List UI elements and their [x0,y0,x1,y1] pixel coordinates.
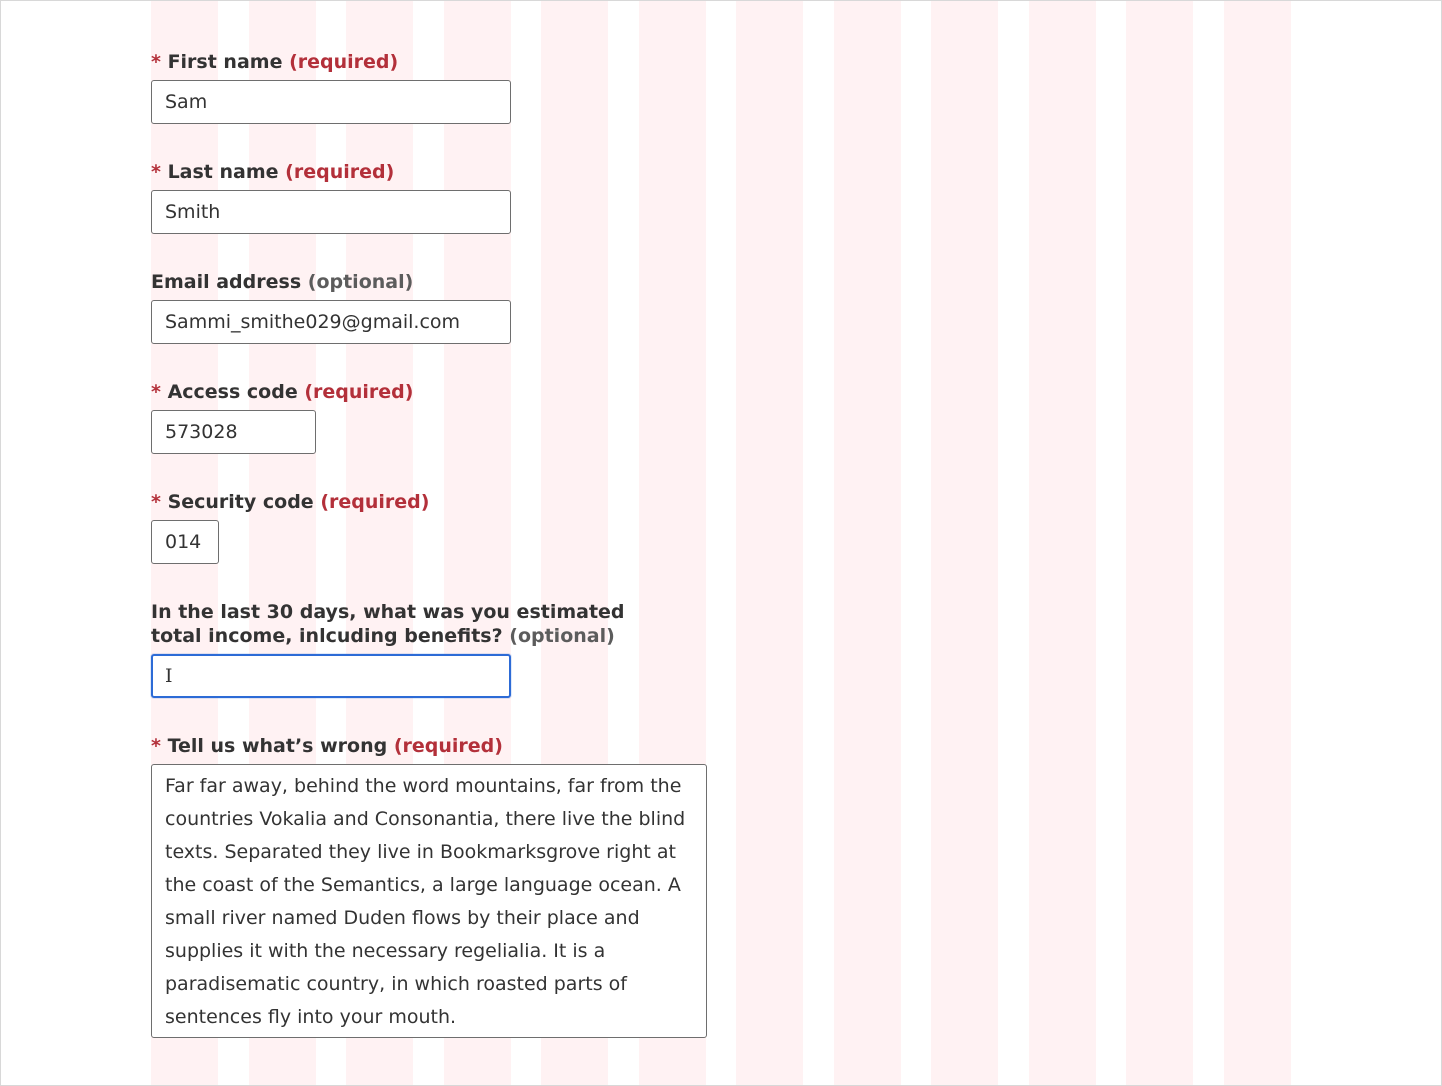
required-asterisk: * [151,491,161,513]
last-name-label-text: Last name [167,161,279,183]
grid-column [931,1,998,1085]
email-label: Email address (optional) [151,270,511,294]
required-indicator: (required) [285,161,395,183]
required-indicator: (required) [289,51,399,73]
first-name-group: * First name (required) Sam [151,50,511,124]
required-asterisk: * [151,735,161,757]
first-name-label: * First name (required) [151,50,511,74]
first-name-input[interactable]: Sam [151,80,511,124]
last-name-label: * Last name (required) [151,160,511,184]
last-name-input[interactable]: Smith [151,190,511,234]
grid-column [736,1,803,1085]
form-page: * First name (required) Sam * Last name … [0,0,1442,1086]
required-indicator: (required) [393,735,503,757]
whats-wrong-label-text: Tell us what’s wrong [167,735,388,757]
required-indicator: (required) [320,491,430,513]
security-code-label-text: Security code [167,491,314,513]
income-label-line2: total income, inlcuding benefits? [151,625,503,647]
access-code-group: * Access code (required) 573028 [151,380,413,454]
required-asterisk: * [151,51,161,73]
required-asterisk: * [151,161,161,183]
email-input[interactable]: Sammi_smithe029@gmail.com [151,300,511,344]
whats-wrong-textarea[interactable]: Far far away, behind the word mountains,… [151,764,707,1038]
access-code-label-text: Access code [167,381,298,403]
optional-indicator: (optional) [307,271,414,293]
whats-wrong-group: * Tell us what’s wrong (required) Far fa… [151,734,707,1038]
income-label: In the last 30 days, what was you estima… [151,600,625,648]
grid-column [1126,1,1193,1085]
optional-indicator: (optional) [509,625,615,647]
grid-column [834,1,901,1085]
access-code-label: * Access code (required) [151,380,413,404]
first-name-label-text: First name [167,51,283,73]
whats-wrong-label: * Tell us what’s wrong (required) [151,734,707,758]
security-code-input[interactable]: 014 [151,520,219,564]
security-code-group: * Security code (required) 014 [151,490,429,564]
required-indicator: (required) [304,381,414,403]
income-input[interactable]: I [151,654,511,698]
grid-column [1029,1,1096,1085]
access-code-input[interactable]: 573028 [151,410,316,454]
security-code-label: * Security code (required) [151,490,429,514]
email-group: Email address (optional) Sammi_smithe029… [151,270,511,344]
income-group: In the last 30 days, what was you estima… [151,600,625,698]
required-asterisk: * [151,381,161,403]
text-cursor: I [165,665,173,687]
email-label-text: Email address [151,271,302,293]
grid-column [1224,1,1291,1085]
last-name-group: * Last name (required) Smith [151,160,511,234]
income-label-line1: In the last 30 days, what was you estima… [151,601,625,623]
